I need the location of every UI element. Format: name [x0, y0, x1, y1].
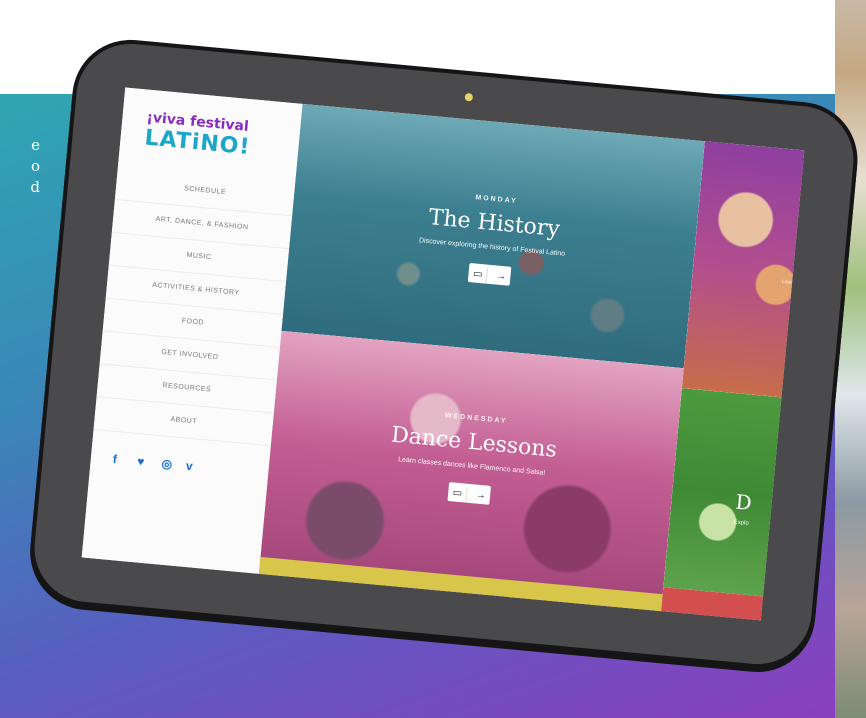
intro-line: o [30, 157, 40, 175]
people-panel[interactable]: Learn [681, 141, 805, 400]
history-panel[interactable]: MONDAY The History Discover exploring th… [281, 103, 705, 369]
video-button[interactable]: ▭ [447, 485, 469, 503]
panel-title: D [734, 489, 753, 515]
instagram-icon[interactable]: ◎ [161, 456, 182, 472]
panel-actions: ▭ → [447, 482, 491, 505]
hand-photo [663, 388, 802, 599]
panel-actions: ▭ → [468, 262, 512, 286]
festival-logo[interactable]: ¡viva festival LATiNO! [144, 110, 277, 163]
intro-line: e [31, 136, 40, 154]
twitter-icon[interactable]: ♥ [137, 454, 158, 470]
intro-text: e o d [0, 135, 40, 198]
site-nav: SCHEDULE ART, DANCE, & FASHION MUSIC ACT… [93, 167, 296, 447]
green-panel-content: D Explo [733, 490, 792, 531]
facebook-icon[interactable]: f [112, 452, 133, 468]
arrow-right-button[interactable]: → [491, 268, 510, 286]
social-links: f ♥ ◎ v [112, 450, 207, 477]
intro-line: d [30, 178, 40, 196]
tablet-mockup: ¡viva festival LATiNO! SCHEDULE ART, DAN… [25, 34, 863, 674]
people-photo [681, 141, 805, 400]
arrow-right-button[interactable]: → [471, 487, 490, 505]
vimeo-icon[interactable]: v [185, 459, 206, 475]
red-panel[interactable] [659, 587, 783, 621]
background-photo-strip [835, 0, 866, 718]
green-panel[interactable]: D Explo [663, 388, 802, 599]
tablet-screen: ¡viva festival LATiNO! SCHEDULE ART, DAN… [81, 87, 805, 621]
camera-icon [464, 92, 474, 102]
video-button[interactable]: ▭ [468, 265, 489, 284]
